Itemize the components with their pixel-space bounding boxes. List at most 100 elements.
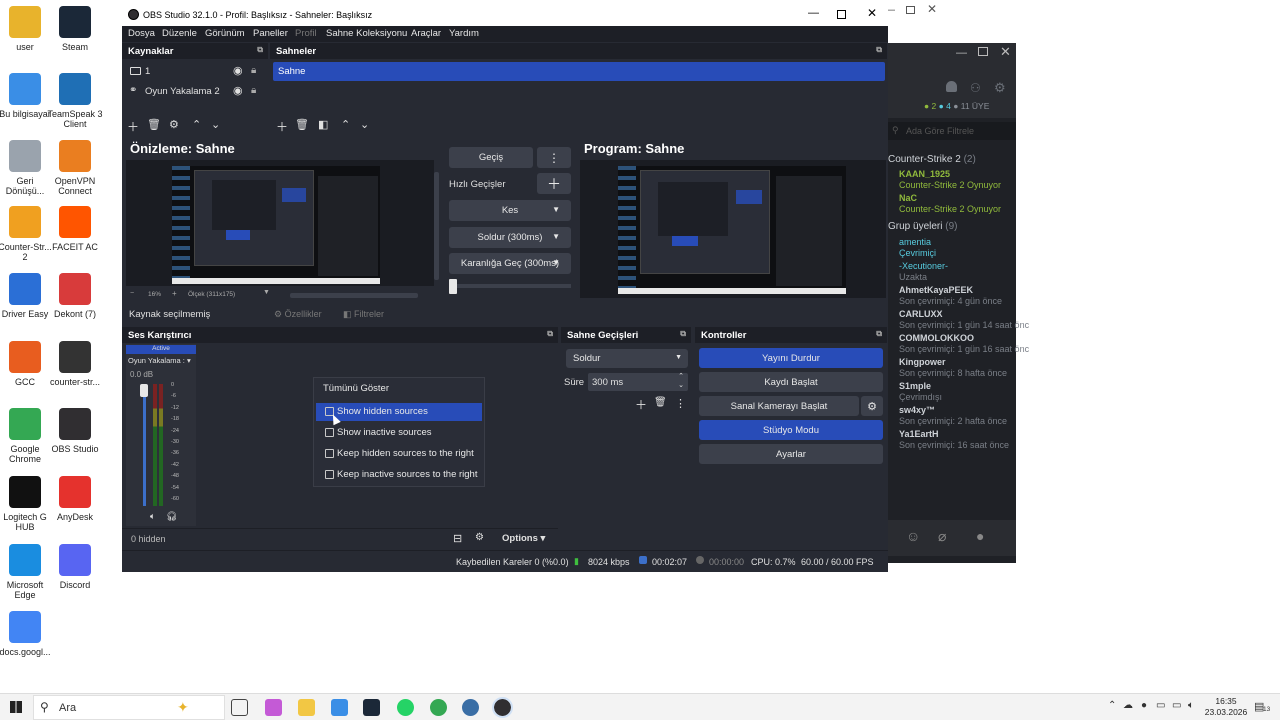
friend-item[interactable]: AhmetKayaPEEK Son çevrimiçi: 4 gün önce [899, 285, 1002, 307]
desktop-icon[interactable]: FACEIT AC [47, 206, 103, 252]
options-button[interactable]: Options ▾ [502, 533, 545, 544]
layout-icon[interactable]: ⊟ [453, 532, 462, 545]
zoom-dropdown-icon[interactable]: ▼ [263, 289, 270, 296]
show-inactive-sources-item[interactable]: Show inactive sources [316, 424, 482, 442]
cloud-icon[interactable]: ☁ [1123, 700, 1133, 711]
undock-icon[interactable]: ⧉ [680, 329, 686, 339]
display-icon[interactable]: ▭ [1156, 700, 1165, 711]
transition-select[interactable]: Soldur ▼ [566, 349, 688, 368]
menu-sahne-koleksiyonu[interactable]: Sahne Koleksiyonu [326, 28, 407, 39]
menu-araclar[interactable]: Araçlar [411, 28, 441, 39]
friend-item[interactable]: Ya1EartH Son çevrimiçi: 16 saat önce [899, 429, 1009, 451]
add-scene-icon[interactable]: ＋ [276, 118, 288, 135]
settings-button[interactable]: Ayarlar [699, 444, 883, 464]
desktop-icon[interactable]: Geri Dönüşü... [0, 140, 53, 196]
maximize-icon[interactable] [978, 47, 988, 56]
whatsapp-icon[interactable] [397, 699, 414, 716]
quick-transition-fade[interactable]: Soldur (300ms) ▼ [449, 227, 571, 248]
virtual-camera-settings-icon[interactable]: ⚙ [861, 396, 883, 416]
menu-yardim[interactable]: Yardım [449, 28, 479, 39]
scene-item-selected[interactable]: Sahne [273, 62, 885, 81]
friend-item[interactable]: -Xecutioner- Uzakta [899, 261, 948, 283]
transition-button[interactable]: Geçiş [449, 147, 533, 168]
zoom-in-icon[interactable]: + [172, 289, 177, 298]
eye-icon[interactable]: ◉ [233, 64, 243, 77]
menu-gorunum[interactable]: Görünüm [205, 28, 245, 39]
add-friend-icon[interactable]: ⚇ [970, 81, 981, 95]
add-transition-icon[interactable]: ＋ [635, 396, 647, 413]
task-view-icon[interactable] [231, 699, 248, 716]
checkbox[interactable] [325, 470, 334, 479]
desktop-icon[interactable]: OpenVPN Connect [47, 140, 103, 196]
desktop-icon[interactable]: counter-str... [47, 341, 103, 387]
windows-start-icon[interactable] [10, 701, 22, 713]
filters-icon[interactable]: ◧ [318, 118, 328, 131]
friend-search-input[interactable]: ⚲ Ada Göre Filtrele [888, 122, 1016, 140]
desktop-icon[interactable]: AnyDesk [47, 476, 103, 522]
desktop-icon[interactable]: Steam [47, 6, 103, 52]
studio-mode-button[interactable]: Stüdyo Modu [699, 420, 883, 440]
friend-item[interactable]: NaC Counter-Strike 2 Oynuyor [899, 193, 1001, 215]
stop-stream-button[interactable]: Yayını Durdur [699, 348, 883, 368]
friend-item[interactable]: KAAN_1925 Counter-Strike 2 Oynuyor [899, 169, 1001, 191]
volume-icon[interactable]: 🔈︎ [1188, 700, 1194, 711]
trash-icon[interactable]: 🗑︎ [654, 397, 667, 408]
source-item[interactable]: ⚭ Oyun Yakalama 2 ◉ 🔒︎ [122, 84, 268, 100]
quick-transition-fade-black[interactable]: Karanlığa Geç (300ms) ▼ [449, 253, 571, 274]
obs-taskbar-icon[interactable] [492, 697, 513, 718]
preview-canvas[interactable] [126, 160, 434, 286]
attach-icon[interactable]: ⌀ [938, 528, 946, 545]
maximize-icon[interactable] [837, 10, 846, 19]
desktop-icon[interactable]: Dekont (7) [47, 273, 103, 319]
friend-item[interactable]: CARLUXX Son çevrimiçi: 1 gün 14 saat önc [899, 309, 1029, 331]
chevron-up-icon[interactable]: ⌃ [1108, 700, 1116, 711]
vertical-scrollbar[interactable] [434, 172, 439, 280]
gear-icon[interactable]: ⚙ [169, 118, 179, 131]
properties-button[interactable]: ⚙ Özellikler [268, 306, 332, 322]
more-icon[interactable]: ⋮ [675, 397, 686, 410]
lock-icon[interactable]: 🔒︎ [251, 85, 256, 96]
network-icon[interactable]: ▭ [1172, 700, 1181, 711]
gear-icon[interactable]: ⚙ [994, 80, 1006, 96]
minimize-icon[interactable]: — [956, 47, 967, 59]
transition-menu-icon[interactable]: ⋮ [537, 147, 571, 168]
friend-item[interactable]: sw4xy™ Son çevrimiçi: 2 hafta önce [899, 405, 1007, 427]
desktop-icon[interactable]: Microsoft Edge [0, 544, 53, 600]
keep-inactive-right-item[interactable]: Keep inactive sources to the right [316, 466, 482, 484]
move-up-icon[interactable]: ⌃ [341, 118, 350, 131]
headphones-icon[interactable]: 🎧︎ [166, 511, 177, 522]
move-down-icon[interactable]: ⌄ [360, 118, 369, 131]
file-explorer-icon[interactable] [298, 699, 315, 716]
checkbox[interactable] [325, 449, 334, 458]
close-icon[interactable]: ✕ [867, 6, 877, 20]
volume-fader-handle[interactable] [140, 384, 148, 397]
undock-icon[interactable]: ⧉ [876, 45, 882, 55]
emoji-icon[interactable]: ☺ [906, 528, 920, 544]
source-item[interactable]: 1 ◉ 🔒︎ [122, 64, 268, 80]
lock-icon[interactable]: 🔒︎ [251, 65, 256, 76]
filters-button[interactable]: ◧ Filtreler [337, 306, 397, 322]
desktop-icon[interactable]: Counter-Str... 2 [0, 206, 53, 262]
desktop-icon[interactable]: Driver Easy [0, 273, 53, 319]
checkbox[interactable] [325, 428, 334, 437]
speaker-icon[interactable]: 🔈︎ [150, 511, 155, 522]
menu-profil[interactable]: Profil [295, 28, 317, 39]
taskbar-search-input[interactable]: ⚲ Ara ✦ [33, 695, 225, 720]
desktop-icon[interactable]: user [0, 6, 53, 52]
copilot-icon[interactable] [265, 699, 282, 716]
desktop-icon[interactable]: Logitech G HUB [0, 476, 53, 532]
menu-duzenle[interactable]: Düzenle [162, 28, 197, 39]
bell-icon[interactable] [946, 81, 957, 92]
friend-item[interactable]: S1mple Çevrimdışı [899, 381, 942, 403]
add-quick-transition-icon[interactable]: ＋ [537, 173, 571, 194]
desktop-icon[interactable]: OBS Studio [47, 408, 103, 454]
undock-icon[interactable]: ⧉ [876, 329, 882, 339]
bg-maximize-icon[interactable] [906, 6, 915, 14]
advanced-audio-icon[interactable]: ⚙ [475, 532, 484, 543]
move-up-icon[interactable]: ⌃ [192, 118, 201, 131]
undock-icon[interactable]: ⧉ [547, 329, 553, 339]
show-all-item[interactable]: Tümünü Göster [323, 383, 389, 394]
desktop-icon[interactable]: TeamSpeak 3 Client [47, 73, 103, 129]
horizontal-scrollbar[interactable] [290, 293, 418, 298]
app-taskbar-icon[interactable] [462, 699, 479, 716]
